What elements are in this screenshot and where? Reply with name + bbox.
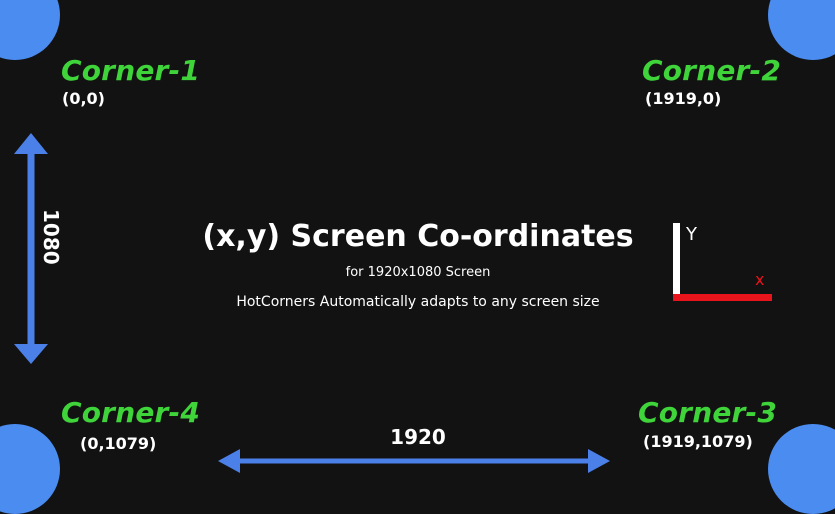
note-text: HotCorners Automatically adapts to any s… — [236, 294, 600, 310]
x-axis-label: x — [755, 270, 765, 289]
y-axis-label: Y — [686, 224, 697, 245]
width-arrow — [218, 449, 610, 473]
width-label: 1920 — [390, 425, 446, 449]
height-label: 1080 — [39, 209, 63, 265]
subtitle: for 1920x1080 Screen — [345, 265, 491, 280]
page-title: (x,y) Screen Co-ordinates — [202, 219, 634, 254]
y-axis-line — [673, 223, 680, 299]
